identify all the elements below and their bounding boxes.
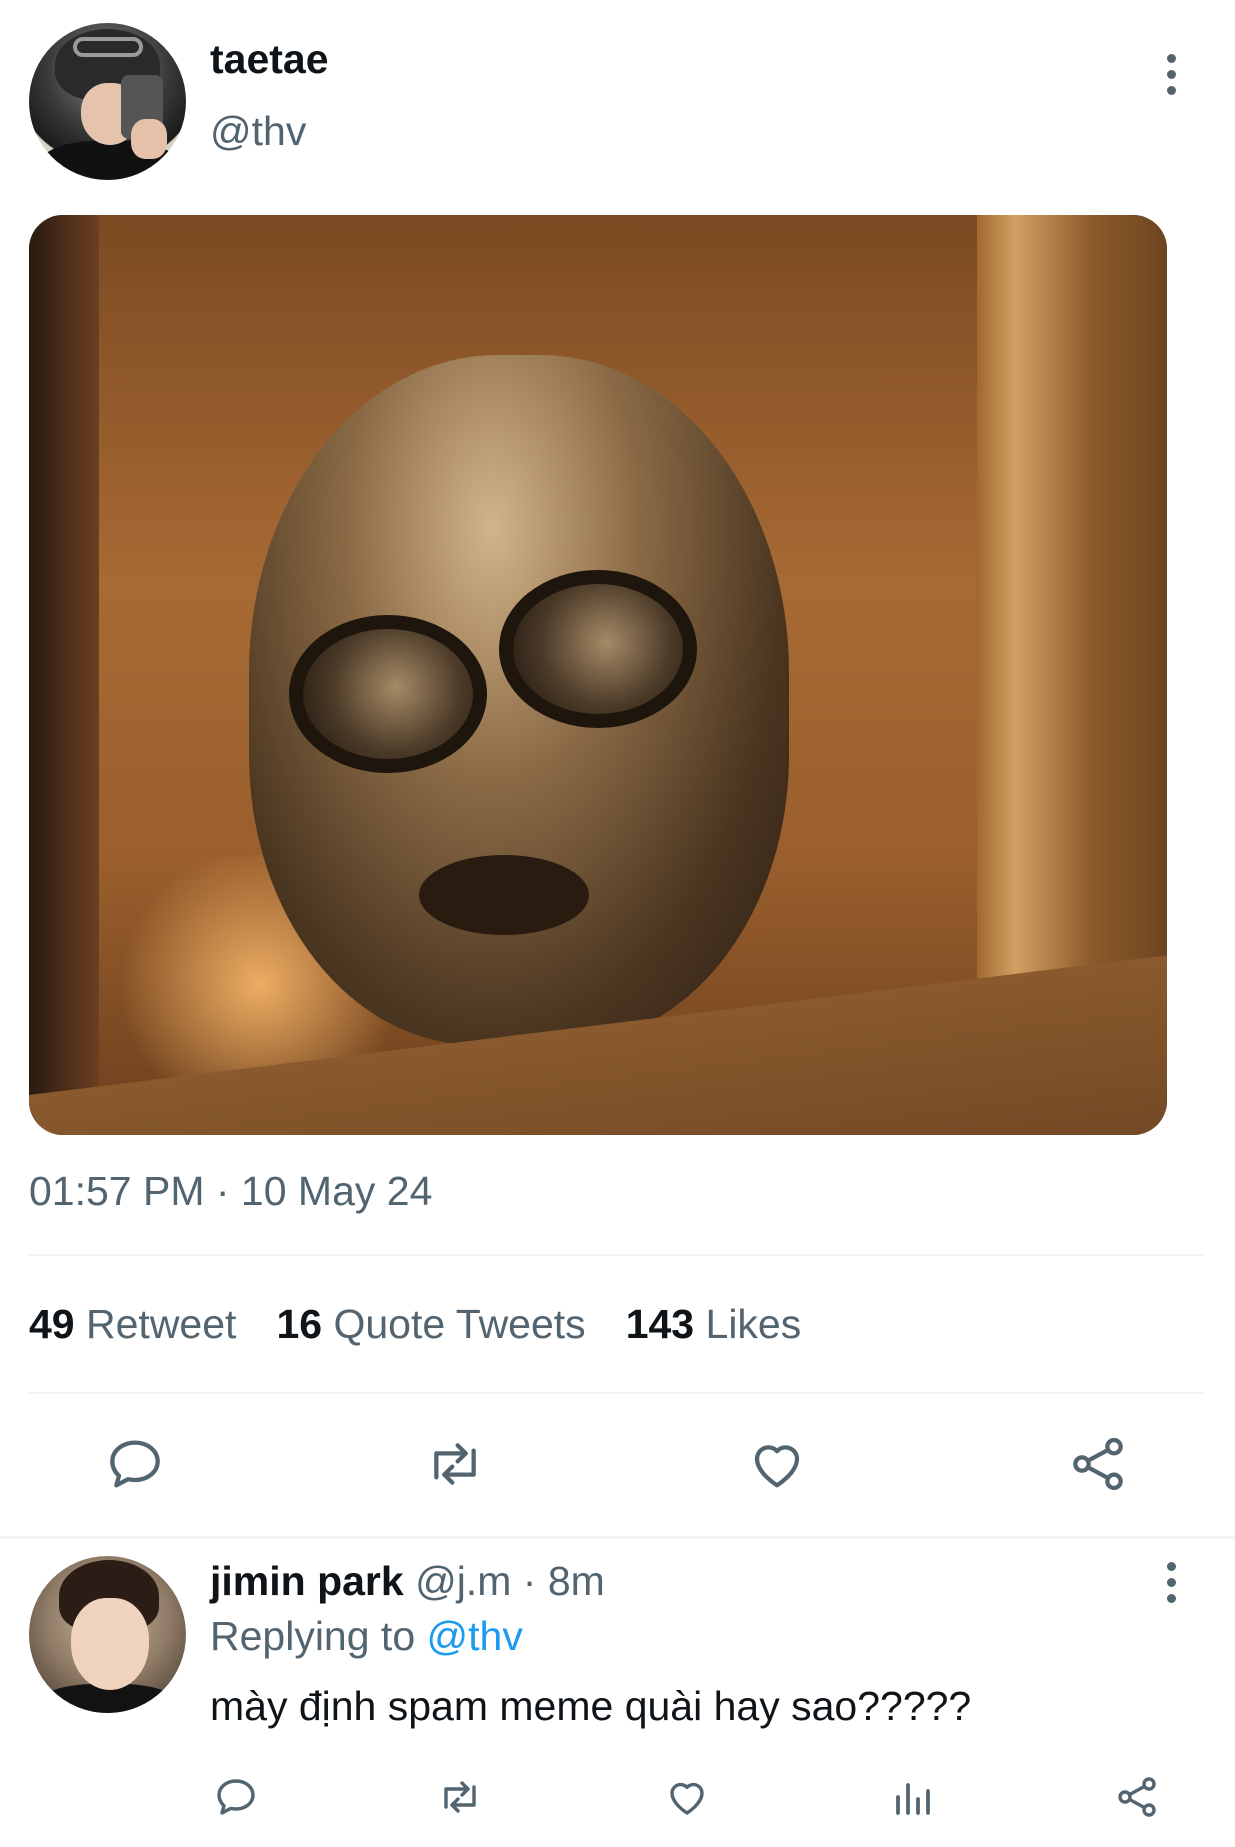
replying-to-line: Replying to @thv [210,1613,523,1660]
retweet-icon[interactable] [436,1773,484,1821]
share-icon[interactable] [1113,1773,1161,1821]
reply-time[interactable]: 8m [548,1558,605,1604]
separator: · [522,1558,537,1604]
quote-tweets-stat[interactable]: 16 Quote Tweets [276,1301,585,1348]
reply-header: jimin park @j.m · 8m [210,1558,605,1605]
tweet-timestamp[interactable]: 01:57 PM · 10 May 24 [29,1168,432,1215]
author-handle[interactable]: @thv [210,108,306,155]
reply-author-name[interactable]: jimin park [210,1558,404,1604]
reply-icon[interactable] [212,1773,260,1821]
divider [0,1536,1235,1539]
likes-stat[interactable]: 143 Likes [626,1301,802,1348]
analytics-icon[interactable] [888,1773,936,1821]
replying-to-label: Replying to [210,1613,427,1659]
replying-to-mention[interactable]: @thv [427,1613,523,1659]
tweet-stats: 49 Retweet 16 Quote Tweets 143 Likes [29,1301,841,1348]
author-display-name[interactable]: taetae [210,36,329,83]
tweet-media-image[interactable] [29,215,1167,1135]
reply-text: mày định spam meme quài hay sao????? [210,1683,972,1729]
more-options-icon[interactable] [1153,48,1189,100]
reply-more-options-icon[interactable] [1153,1556,1189,1608]
like-icon[interactable] [663,1773,711,1821]
divider [29,1392,1204,1394]
reply-author-avatar[interactable] [29,1556,186,1713]
author-avatar[interactable] [29,23,186,180]
retweet-count-stat[interactable]: 49 Retweet [29,1301,236,1348]
like-icon[interactable] [745,1432,809,1496]
retweet-icon[interactable] [423,1432,487,1496]
reply-author-handle[interactable]: @j.m [415,1558,511,1604]
reply-icon[interactable] [103,1432,167,1496]
share-icon[interactable] [1066,1432,1130,1496]
divider [29,1254,1204,1256]
